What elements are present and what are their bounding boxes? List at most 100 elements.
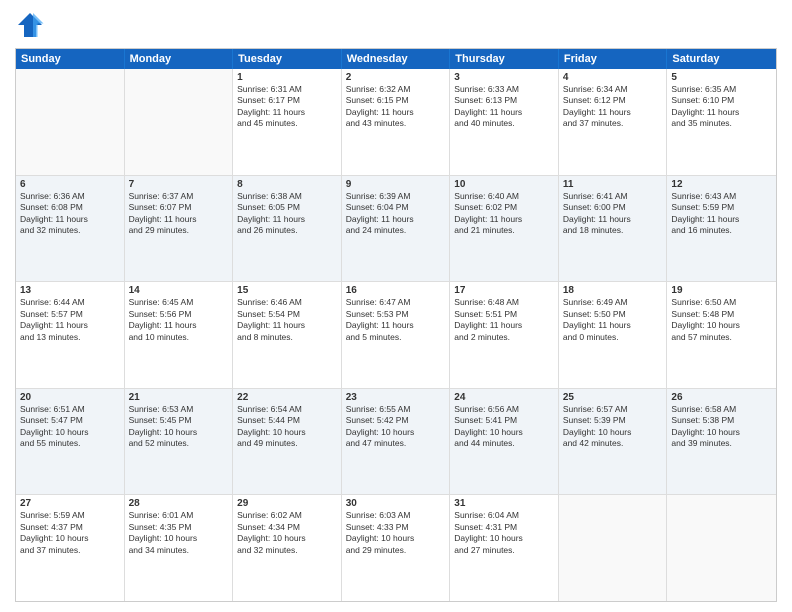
cell-info-line: Sunrise: 6:02 AM xyxy=(237,510,337,521)
cell-info-line: Sunset: 6:02 PM xyxy=(454,202,554,213)
cell-info-line: Daylight: 11 hours xyxy=(454,320,554,331)
cell-info-line: Sunrise: 6:38 AM xyxy=(237,191,337,202)
cell-info-line: Daylight: 11 hours xyxy=(237,214,337,225)
cell-info-line: Sunrise: 6:36 AM xyxy=(20,191,120,202)
calendar-row-4: 27Sunrise: 5:59 AMSunset: 4:37 PMDayligh… xyxy=(16,494,776,601)
calendar-cell-1-2: 8Sunrise: 6:38 AMSunset: 6:05 PMDaylight… xyxy=(233,176,342,282)
cell-info-line: Daylight: 11 hours xyxy=(20,214,120,225)
cell-info-line: Sunrise: 6:35 AM xyxy=(671,84,772,95)
cell-info-line: and 37 minutes. xyxy=(20,545,120,556)
day-number: 23 xyxy=(346,392,446,403)
cell-info-line: and 13 minutes. xyxy=(20,332,120,343)
calendar-cell-3-4: 24Sunrise: 6:56 AMSunset: 5:41 PMDayligh… xyxy=(450,389,559,495)
calendar-cell-1-3: 9Sunrise: 6:39 AMSunset: 6:04 PMDaylight… xyxy=(342,176,451,282)
cell-info-line: Sunset: 5:38 PM xyxy=(671,415,772,426)
day-number: 26 xyxy=(671,392,772,403)
day-number: 25 xyxy=(563,392,663,403)
cell-info-line: and 0 minutes. xyxy=(563,332,663,343)
cell-info-line: Daylight: 11 hours xyxy=(671,214,772,225)
cell-info-line: and 57 minutes. xyxy=(671,332,772,343)
cell-info-line: Sunset: 4:35 PM xyxy=(129,522,229,533)
cell-info-line: Sunset: 4:37 PM xyxy=(20,522,120,533)
calendar-cell-0-1 xyxy=(125,69,234,175)
cell-info-line: and 47 minutes. xyxy=(346,438,446,449)
day-number: 3 xyxy=(454,72,554,83)
cell-info-line: and 40 minutes. xyxy=(454,118,554,129)
cell-info-line: Daylight: 11 hours xyxy=(671,107,772,118)
cell-info-line: Daylight: 10 hours xyxy=(20,427,120,438)
day-number: 18 xyxy=(563,285,663,296)
calendar-cell-4-3: 30Sunrise: 6:03 AMSunset: 4:33 PMDayligh… xyxy=(342,495,451,601)
cell-info-line: Sunrise: 6:43 AM xyxy=(671,191,772,202)
calendar-cell-0-4: 3Sunrise: 6:33 AMSunset: 6:13 PMDaylight… xyxy=(450,69,559,175)
cell-info-line: Sunrise: 6:41 AM xyxy=(563,191,663,202)
calendar-cell-1-5: 11Sunrise: 6:41 AMSunset: 6:00 PMDayligh… xyxy=(559,176,668,282)
day-number: 7 xyxy=(129,179,229,190)
day-number: 22 xyxy=(237,392,337,403)
calendar-cell-0-5: 4Sunrise: 6:34 AMSunset: 6:12 PMDaylight… xyxy=(559,69,668,175)
cell-info-line: Sunrise: 6:58 AM xyxy=(671,404,772,415)
cell-info-line: Sunrise: 6:37 AM xyxy=(129,191,229,202)
cell-info-line: and 43 minutes. xyxy=(346,118,446,129)
cell-info-line: Sunset: 5:56 PM xyxy=(129,309,229,320)
calendar-cell-4-5 xyxy=(559,495,668,601)
day-number: 28 xyxy=(129,498,229,509)
day-number: 20 xyxy=(20,392,120,403)
calendar-cell-1-4: 10Sunrise: 6:40 AMSunset: 6:02 PMDayligh… xyxy=(450,176,559,282)
calendar-cell-1-1: 7Sunrise: 6:37 AMSunset: 6:07 PMDaylight… xyxy=(125,176,234,282)
cell-info-line: Sunrise: 6:31 AM xyxy=(237,84,337,95)
cell-info-line: Sunrise: 6:56 AM xyxy=(454,404,554,415)
header xyxy=(15,10,777,40)
cell-info-line: Daylight: 11 hours xyxy=(20,320,120,331)
cell-info-line: Sunrise: 6:39 AM xyxy=(346,191,446,202)
cell-info-line: and 35 minutes. xyxy=(671,118,772,129)
cell-info-line: Daylight: 10 hours xyxy=(671,427,772,438)
day-number: 29 xyxy=(237,498,337,509)
cell-info-line: and 2 minutes. xyxy=(454,332,554,343)
cell-info-line: Daylight: 11 hours xyxy=(563,320,663,331)
header-day-monday: Monday xyxy=(125,49,234,69)
cell-info-line: Sunset: 4:31 PM xyxy=(454,522,554,533)
cell-info-line: Sunrise: 6:50 AM xyxy=(671,297,772,308)
cell-info-line: Sunset: 5:50 PM xyxy=(563,309,663,320)
cell-info-line: Daylight: 10 hours xyxy=(454,427,554,438)
calendar-cell-2-0: 13Sunrise: 6:44 AMSunset: 5:57 PMDayligh… xyxy=(16,282,125,388)
cell-info-line: Sunrise: 6:48 AM xyxy=(454,297,554,308)
calendar-cell-2-3: 16Sunrise: 6:47 AMSunset: 5:53 PMDayligh… xyxy=(342,282,451,388)
day-number: 27 xyxy=(20,498,120,509)
cell-info-line: Sunrise: 6:03 AM xyxy=(346,510,446,521)
header-day-wednesday: Wednesday xyxy=(342,49,451,69)
day-number: 31 xyxy=(454,498,554,509)
cell-info-line: and 39 minutes. xyxy=(671,438,772,449)
cell-info-line: Daylight: 10 hours xyxy=(129,533,229,544)
cell-info-line: Daylight: 10 hours xyxy=(454,533,554,544)
cell-info-line: Daylight: 11 hours xyxy=(454,214,554,225)
cell-info-line: and 5 minutes. xyxy=(346,332,446,343)
cell-info-line: Daylight: 10 hours xyxy=(671,320,772,331)
cell-info-line: and 34 minutes. xyxy=(129,545,229,556)
day-number: 4 xyxy=(563,72,663,83)
day-number: 1 xyxy=(237,72,337,83)
day-number: 21 xyxy=(129,392,229,403)
cell-info-line: Sunset: 5:48 PM xyxy=(671,309,772,320)
cell-info-line: and 27 minutes. xyxy=(454,545,554,556)
cell-info-line: Sunrise: 6:44 AM xyxy=(20,297,120,308)
header-day-saturday: Saturday xyxy=(667,49,776,69)
cell-info-line: and 32 minutes. xyxy=(20,225,120,236)
calendar-cell-2-6: 19Sunrise: 6:50 AMSunset: 5:48 PMDayligh… xyxy=(667,282,776,388)
calendar-cell-0-0 xyxy=(16,69,125,175)
cell-info-line: Sunset: 5:54 PM xyxy=(237,309,337,320)
day-number: 9 xyxy=(346,179,446,190)
cell-info-line: Daylight: 11 hours xyxy=(237,320,337,331)
cell-info-line: Daylight: 10 hours xyxy=(237,533,337,544)
cell-info-line: Sunrise: 6:04 AM xyxy=(454,510,554,521)
cell-info-line: Daylight: 10 hours xyxy=(237,427,337,438)
cell-info-line: Sunset: 5:53 PM xyxy=(346,309,446,320)
cell-info-line: and 18 minutes. xyxy=(563,225,663,236)
calendar-cell-0-2: 1Sunrise: 6:31 AMSunset: 6:17 PMDaylight… xyxy=(233,69,342,175)
calendar-cell-4-2: 29Sunrise: 6:02 AMSunset: 4:34 PMDayligh… xyxy=(233,495,342,601)
day-number: 16 xyxy=(346,285,446,296)
cell-info-line: and 45 minutes. xyxy=(237,118,337,129)
day-number: 12 xyxy=(671,179,772,190)
cell-info-line: Sunset: 5:51 PM xyxy=(454,309,554,320)
